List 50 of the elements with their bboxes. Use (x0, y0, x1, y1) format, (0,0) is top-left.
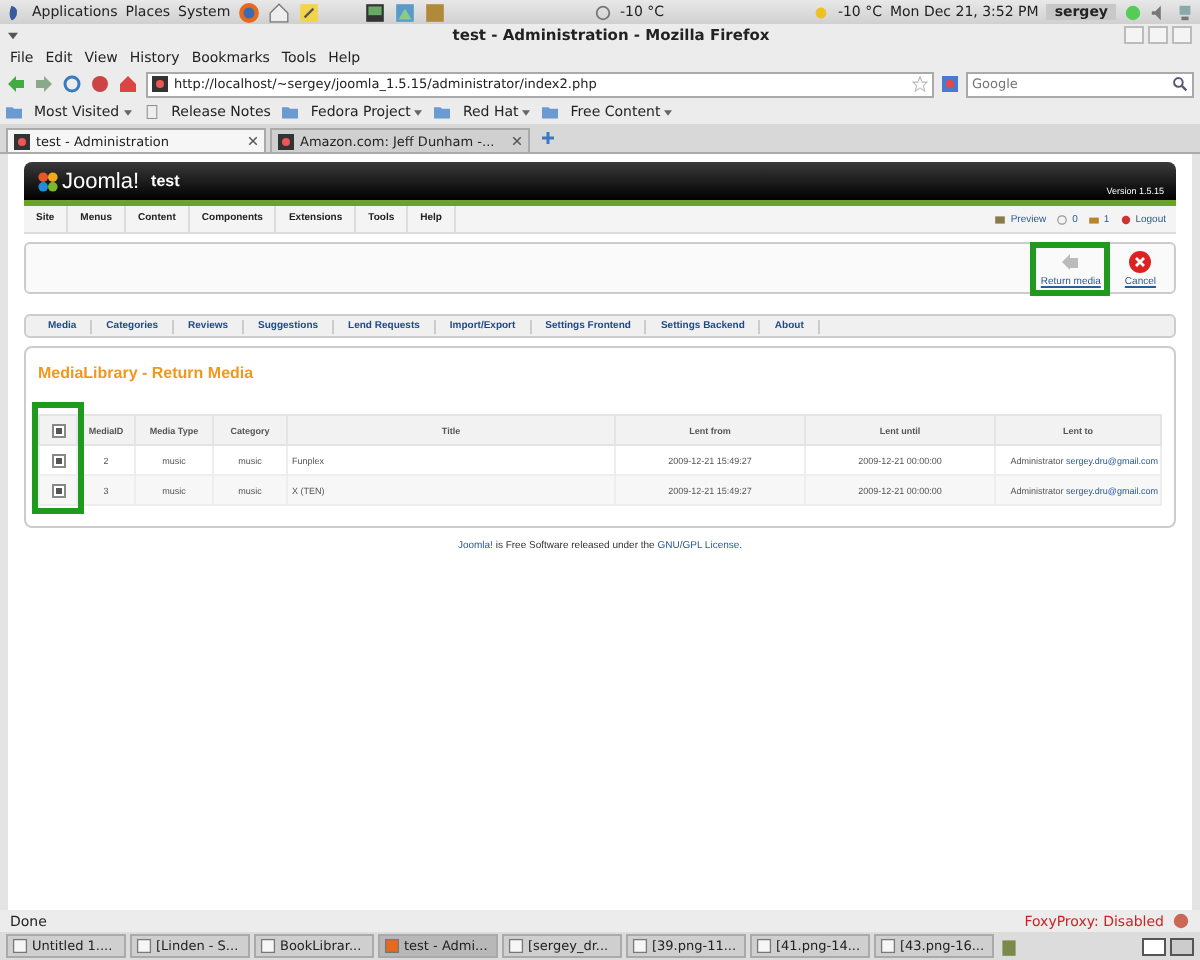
image-icon[interactable] (394, 1, 417, 23)
sun-icon (811, 3, 830, 21)
workspace-switcher[interactable] (1170, 937, 1194, 955)
back-arrow-icon[interactable] (6, 74, 26, 94)
app-icon (880, 938, 896, 954)
home-icon[interactable] (118, 74, 138, 94)
joomla-logo-text: Joomla! (62, 169, 140, 193)
folder-icon[interactable] (434, 104, 451, 120)
reload-icon[interactable] (62, 74, 82, 94)
app-icon (136, 938, 152, 954)
folder-icon[interactable] (542, 104, 559, 120)
select-all-checkbox[interactable] (51, 423, 65, 437)
app-icon (632, 938, 648, 954)
fox-icon[interactable] (1172, 912, 1190, 930)
favicon-icon (14, 133, 30, 149)
globe-icon[interactable] (238, 1, 261, 23)
close-icon (1128, 249, 1153, 273)
close-icon[interactable] (248, 136, 258, 146)
logout-icon (1119, 213, 1132, 225)
joomla-favicon-icon (152, 76, 168, 92)
caret-icon[interactable] (522, 109, 531, 115)
row-checkbox[interactable] (51, 453, 65, 467)
caret-icon[interactable] (664, 109, 673, 115)
app-icon (384, 938, 400, 954)
joomla-logo-icon (36, 169, 60, 193)
caret-icon[interactable] (123, 109, 132, 115)
page-icon[interactable] (143, 104, 160, 120)
page-title: MediaLibrary - Return Media (38, 364, 256, 382)
arrow-icon (1058, 249, 1083, 273)
new-tab-button[interactable] (542, 132, 554, 144)
caret-icon[interactable] (414, 109, 423, 115)
app-icon (756, 938, 772, 954)
site-name: test (151, 172, 180, 190)
terminal-icon[interactable] (364, 1, 387, 23)
app-icon (12, 938, 28, 954)
forward-arrow-icon[interactable] (34, 74, 54, 94)
close-icon[interactable] (512, 136, 522, 146)
app-icon (260, 938, 276, 954)
row-checkbox[interactable] (51, 483, 65, 497)
search-icon[interactable] (1172, 76, 1188, 92)
folder-icon[interactable] (282, 104, 299, 120)
stop-icon[interactable] (90, 74, 110, 94)
star-icon[interactable] (912, 76, 928, 92)
workspace-switcher[interactable] (1142, 937, 1166, 955)
box-icon[interactable] (424, 1, 447, 23)
app-icon (508, 938, 524, 954)
notepad-icon[interactable] (298, 1, 321, 23)
folder-icon[interactable] (6, 104, 22, 120)
caret-icon[interactable] (8, 31, 18, 39)
favicon-icon (278, 133, 294, 149)
